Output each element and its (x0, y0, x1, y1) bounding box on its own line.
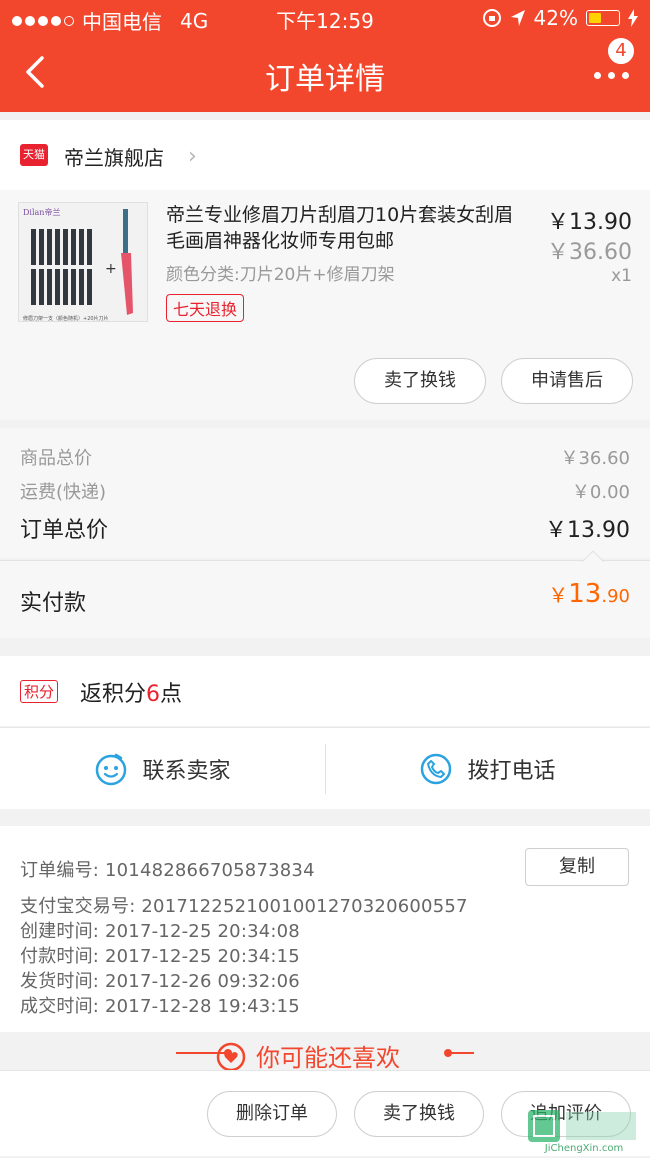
quantity: x1 (611, 266, 632, 286)
contact-bar: 联系卖家 拨打电话 (0, 727, 650, 809)
call-phone-button[interactable]: 拨打电话 (325, 728, 650, 810)
chevron-right-icon: › (188, 144, 197, 169)
order-total-label: 订单总价 (20, 518, 109, 543)
sell-for-cash-button[interactable]: 卖了换钱 (354, 358, 486, 404)
site-watermark: JiChengXin.com (524, 1108, 644, 1154)
delete-order-button[interactable]: 删除订单 (207, 1091, 337, 1137)
goods-total-value: ￥36.60 (560, 448, 630, 469)
shipped-time: 发货时间: 2017-12-26 09:32:06 (20, 971, 300, 992)
product-image[interactable]: Dilan帝兰 + 修眉刀架一支（颜色随机）+20片刀片 (18, 202, 148, 322)
recommend-header: 你可能还喜欢 (0, 1034, 650, 1074)
battery-percent: 42% (533, 6, 578, 30)
recommend-title: 你可能还喜欢 (256, 1044, 400, 1072)
battery-icon (586, 10, 620, 26)
call-phone-label: 拨打电话 (467, 759, 556, 784)
shipping-row: 运费(快递) ￥0.00 (20, 478, 630, 504)
paid-time: 付款时间: 2017-12-25 20:34:15 (20, 946, 300, 967)
svg-text:+: + (105, 261, 117, 277)
price-original: ￥36.60 (547, 240, 632, 265)
image-caption: 修眉刀架一支（颜色随机）+20片刀片 (23, 315, 109, 322)
order-total-value: ￥13.90 (545, 518, 630, 543)
shipping-value: ￥0.00 (571, 482, 630, 503)
order-number: 订单编号: 101482866705873834 (20, 860, 315, 881)
points-text: 返积分6点 (80, 682, 183, 707)
page-title: 订单详情 (265, 62, 385, 97)
heart-icon (216, 1042, 246, 1072)
paid-label: 实付款 (20, 591, 87, 616)
charging-icon (628, 9, 638, 27)
alipay-trade-number: 支付宝交易号: 2017122521001001270320600557 (20, 896, 468, 917)
watermark-site: JiChengXin.com (544, 1143, 623, 1154)
contact-seller-button[interactable]: 联系卖家 (0, 728, 325, 810)
caret-up-icon (582, 550, 604, 562)
sell-for-cash-bottom-button[interactable]: 卖了换钱 (354, 1091, 484, 1137)
nav-bar: 订单详情 4 (0, 36, 650, 112)
contact-seller-label: 联系卖家 (142, 759, 231, 784)
image-brand: Dilan帝兰 (23, 207, 60, 217)
order-total-row: 订单总价 ￥13.90 (20, 512, 630, 544)
tmall-logo: 天猫 (20, 144, 48, 166)
store-name[interactable]: 帝兰旗舰店 (64, 142, 164, 171)
chat-face-icon (96, 753, 127, 786)
phone-icon (421, 753, 452, 785)
return-policy-tag: 七天退换 (166, 294, 245, 322)
paid-row: 实付款 ￥13.90 (0, 550, 650, 638)
message-badge: 4 (606, 36, 636, 66)
product-sku: 颜色分类:刀片20片+修眉刀架 (166, 265, 395, 285)
order-info: 订单编号: 101482866705873834 复制 支付宝交易号: 2017… (0, 826, 650, 1032)
product-name[interactable]: 帝兰专业修眉刀片刮眉刀10片套装女刮眉毛画眉神器化妆师专用包邮 (166, 202, 531, 254)
completed-time: 成交时间: 2017-12-28 19:43:15 (20, 996, 300, 1017)
after-sales-button[interactable]: 申请售后 (501, 358, 633, 404)
paid-value: ￥13.90 (548, 579, 630, 609)
created-time: 创建时间: 2017-12-25 20:34:08 (20, 921, 300, 942)
store-row[interactable]: 天猫 帝兰旗舰店 › (0, 120, 650, 190)
goods-total-row: 商品总价 ￥36.60 (20, 444, 630, 470)
points-badge: 积分 (20, 680, 59, 703)
price-current: ￥13.90 (547, 210, 632, 235)
shipping-label: 运费(快递) (20, 482, 107, 503)
goods-total-label: 商品总价 (20, 448, 92, 469)
price-summary: 商品总价 ￥36.60 运费(快递) ￥0.00 订单总价 ￥13.90 (0, 428, 650, 558)
razor-product-picture: Dilan帝兰 + 修眉刀架一支（颜色随机）+20片刀片 (19, 203, 147, 322)
rotation-lock-icon (482, 9, 501, 27)
location-icon (510, 10, 525, 26)
status-bar: 中国电信 4G 下午12:59 42% (0, 0, 650, 36)
points-row: 积分 返积分6点 (0, 656, 650, 726)
product-card[interactable]: Dilan帝兰 + 修眉刀架一支（颜色随机）+20片刀片 帝兰专业修眉刀片刮眉刀… (0, 190, 650, 420)
copy-button[interactable]: 复制 (525, 848, 629, 886)
